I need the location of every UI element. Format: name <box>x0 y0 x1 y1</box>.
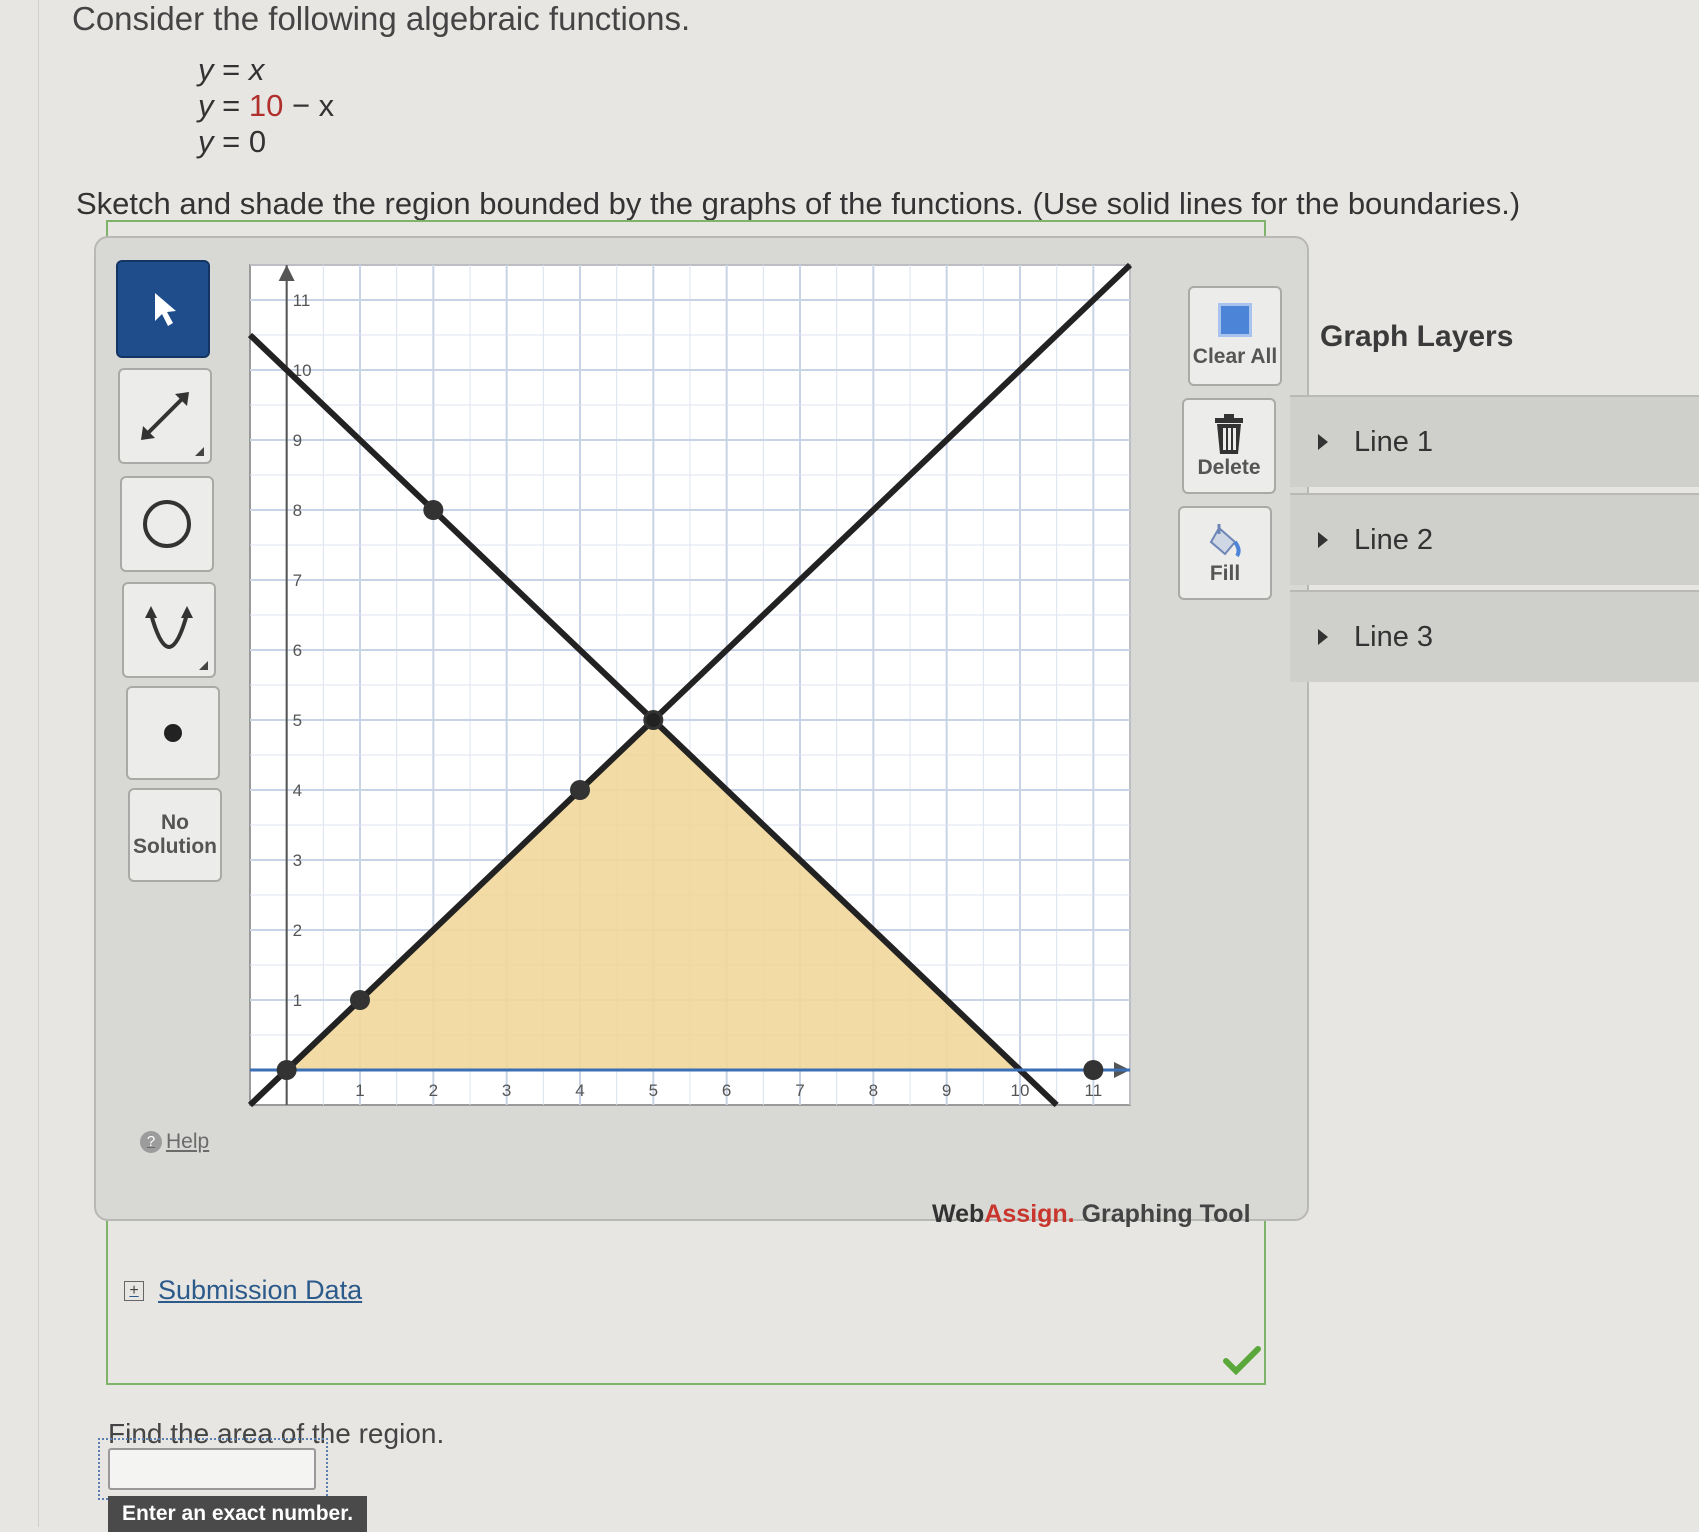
pointer-tool-button[interactable] <box>116 260 210 358</box>
point-tool-button[interactable] <box>126 686 220 780</box>
delete-label: Delete <box>1197 456 1261 479</box>
series-point-1 <box>350 990 370 1010</box>
fill-label: Fill <box>1209 562 1241 585</box>
series-point-1 <box>570 780 590 800</box>
area-answer-input[interactable] <box>108 1448 316 1490</box>
circle-tool-button[interactable] <box>120 476 214 572</box>
equation-1: y = x <box>198 52 265 87</box>
circle-icon <box>143 500 191 548</box>
question-prompt: Sketch and shade the region bounded by t… <box>76 186 1521 221</box>
graph-layers-title: Graph Layers <box>1320 320 1514 353</box>
expand-plus-icon: + <box>124 1280 144 1301</box>
delete-button[interactable]: Delete <box>1182 398 1276 494</box>
layer-label: Line 3 <box>1354 620 1434 653</box>
clear-all-button[interactable]: Clear All <box>1188 286 1282 386</box>
fill-button[interactable]: Fill <box>1178 506 1272 600</box>
no-solution-label-2: Solution <box>133 835 217 858</box>
y-tick-label: 6 <box>293 641 302 660</box>
submenu-indicator-icon <box>195 447 204 456</box>
y-tick-label: 1 <box>293 991 302 1010</box>
x-tick-label: 4 <box>575 1081 584 1100</box>
series-point-3 <box>276 1060 297 1080</box>
webassign-brand: WebAssign. Graphing Tool <box>932 1200 1251 1228</box>
intro-text: Consider the following algebraic functio… <box>72 0 691 37</box>
submenu-indicator-icon <box>199 661 208 670</box>
point-icon <box>164 724 182 742</box>
correct-checkmark-icon <box>1223 1346 1261 1375</box>
trash-icon <box>1215 414 1243 454</box>
x-tick-label: 11 <box>1085 1081 1103 1100</box>
y-tick-label: 3 <box>293 851 302 870</box>
y-tick-label: 11 <box>293 291 311 310</box>
help-icon: ? <box>140 1131 162 1153</box>
series-point-3 <box>1083 1060 1104 1080</box>
y-tick-label: 9 <box>293 431 302 450</box>
help-label: Help <box>166 1130 210 1153</box>
clear-all-label: Clear All <box>1192 345 1278 368</box>
y-tick-label: 8 <box>293 501 302 520</box>
clear-all-icon <box>1218 303 1252 337</box>
parabola-icon <box>145 606 193 649</box>
equation-2: y = 10 − x <box>198 88 335 123</box>
x-tick-label: 10 <box>1011 1081 1030 1100</box>
y-tick-label: 5 <box>293 711 302 730</box>
submission-data-label: Submission Data <box>158 1275 363 1305</box>
line-icon <box>141 392 189 440</box>
expand-arrow-icon <box>1318 532 1328 548</box>
help-link[interactable]: ? Help <box>140 1130 209 1154</box>
x-tick-label: 5 <box>649 1081 658 1100</box>
expand-arrow-icon <box>1318 629 1328 645</box>
y-tick-label: 4 <box>293 781 302 800</box>
line-tool-button[interactable] <box>118 368 212 464</box>
layer-label: Line 2 <box>1354 523 1434 556</box>
submission-data-link[interactable]: + Submission Data <box>124 1275 362 1306</box>
no-solution-button[interactable]: No Solution <box>128 788 222 882</box>
x-tick-label: 9 <box>942 1081 951 1100</box>
intersection-point <box>646 713 661 727</box>
x-tick-label: 3 <box>502 1081 511 1100</box>
layer-line-1[interactable]: Line 1 <box>1290 395 1699 487</box>
x-tick-label: 8 <box>869 1081 878 1100</box>
layer-line-3[interactable]: Line 3 <box>1290 590 1699 682</box>
layer-line-2[interactable]: Line 2 <box>1290 493 1699 585</box>
pointer-icon <box>155 293 176 326</box>
graph-canvas[interactable]: 1 2 3 4 5 6 7 8 9 10 111234567891011 <box>240 255 1140 1195</box>
layer-label: Line 1 <box>1354 425 1434 458</box>
y-tick-label: 7 <box>293 571 302 590</box>
x-tick-label: 7 <box>795 1081 804 1100</box>
x-tick-label: 2 <box>429 1081 438 1100</box>
paint-bucket-icon <box>1209 524 1241 558</box>
parabola-tool-button[interactable] <box>122 582 216 678</box>
x-tick-label: 1 <box>355 1081 364 1100</box>
left-rule <box>38 0 39 1527</box>
no-solution-label-1: No <box>161 811 189 834</box>
graph-layers-panel: Graph Layers Line 1 Line 2 Line 3 <box>1290 290 1699 685</box>
y-tick-label: 2 <box>293 921 302 940</box>
expand-arrow-icon <box>1318 434 1328 450</box>
x-tick-label: 6 <box>722 1081 731 1100</box>
equation-3: y = 0 <box>198 124 267 159</box>
series-point-2 <box>423 500 444 520</box>
